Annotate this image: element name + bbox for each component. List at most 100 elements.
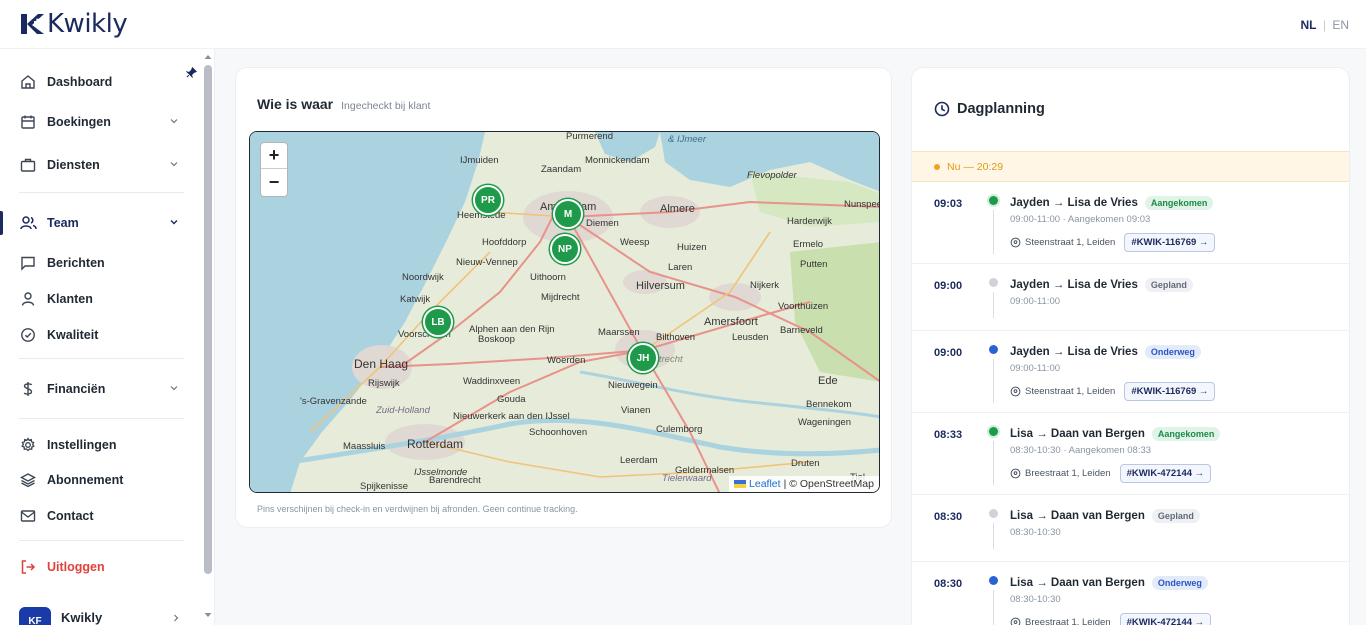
- map-pin[interactable]: PR: [473, 185, 503, 215]
- status-badge: Onderweg: [1144, 345, 1201, 359]
- map-label: Leusden: [732, 332, 768, 343]
- entry-time-range: 09:00-11:00: [1010, 363, 1061, 374]
- scrollbar-thumb[interactable]: [204, 65, 212, 574]
- scroll-down-icon[interactable]: [203, 610, 213, 620]
- location-pin-icon: [1010, 386, 1021, 397]
- map-label: Nunspeet: [844, 199, 880, 210]
- sidebar-item-instellingen[interactable]: Instellingen: [0, 430, 200, 460]
- entry-people: Lisa → Daan van Bergen: [1010, 510, 1145, 522]
- map-label: Ede: [818, 375, 838, 387]
- sidebar-item-label: Klanten: [47, 292, 93, 306]
- sidebar-item-berichten[interactable]: Berichten: [0, 248, 200, 278]
- map-label: Waddinxveen: [463, 376, 520, 387]
- status-badge: Onderweg: [1151, 576, 1208, 590]
- booking-link[interactable]: #KWIK-116769 →: [1124, 233, 1216, 252]
- map-label: IJmuiden: [460, 155, 499, 166]
- entry-address: Breestraat 1, Leiden: [1025, 617, 1111, 625]
- top-bar: Kwikly NL | EN: [0, 0, 1366, 49]
- leaflet-link[interactable]: Leaflet: [749, 478, 781, 490]
- sidebar-item-klanten[interactable]: Klanten: [0, 284, 200, 314]
- planning-entry[interactable]: 08:33 Lisa → Daan van Bergen Aangekomen …: [912, 413, 1349, 495]
- sidebar-item-kwaliteit[interactable]: Kwaliteit: [0, 320, 200, 350]
- map-pin[interactable]: NP: [550, 234, 580, 264]
- planning-entry[interactable]: 09:00 Jayden → Lisa de Vries Gepland 09:…: [912, 264, 1349, 331]
- sidebar-item-label: Contact: [47, 509, 94, 523]
- chevron-down-icon: [170, 119, 178, 124]
- entry-time-range: 08:30-10:30 · Aangekomen 08:33: [1010, 445, 1152, 456]
- map-card-subtitle: Ingecheckt bij klant: [341, 100, 431, 112]
- planning-entry[interactable]: 09:00 Jayden → Lisa de Vries Onderweg 09…: [912, 331, 1349, 413]
- sidebar-item-boekingen[interactable]: Boekingen: [0, 107, 200, 137]
- location-pin-icon: [1010, 617, 1021, 625]
- sidebar-item-label: Dashboard: [47, 75, 113, 89]
- map-label: Mijdrecht: [541, 292, 580, 303]
- planning-entry[interactable]: 08:30 Lisa → Daan van Bergen Gepland 08:…: [912, 495, 1349, 562]
- sidebar: Dashboard Boekingen Diensten Team Berich…: [0, 49, 215, 625]
- lang-en[interactable]: EN: [1332, 18, 1349, 32]
- map-label: Monnickendam: [585, 155, 650, 166]
- entry-title: Lisa → Daan van Bergen Aangekomen: [1010, 427, 1221, 441]
- sidebar-item-contact[interactable]: Contact: [0, 501, 200, 531]
- now-label: Nu — 20:29: [947, 160, 1004, 173]
- status-dot-icon: [989, 278, 998, 287]
- clock-icon: [934, 101, 950, 117]
- sidebar-item-financien[interactable]: Financiën: [0, 374, 200, 404]
- status-dot-icon: [989, 427, 998, 436]
- scroll-up-icon[interactable]: [203, 52, 213, 62]
- lang-nl[interactable]: NL: [1301, 18, 1317, 32]
- map-label: 's-Gravenzande: [300, 396, 367, 407]
- divider: [19, 418, 184, 419]
- map-label: Diemen: [586, 218, 619, 229]
- zoom-out-button[interactable]: −: [261, 169, 287, 195]
- attribution-text: | © OpenStreetMap: [783, 478, 874, 490]
- booking-link[interactable]: #KWIK-472144 →: [1119, 613, 1212, 625]
- sidebar-item-uitloggen[interactable]: Uitloggen: [0, 552, 200, 582]
- map-label: Den Haag: [354, 357, 408, 371]
- planning-entry[interactable]: 08:30 Lisa → Daan van Bergen Onderweg 08…: [912, 562, 1349, 625]
- entry-time-range: 08:30-10:30: [1010, 527, 1061, 538]
- entry-address: Breestraat 1, Leiden: [1025, 468, 1111, 479]
- map-label: Tielerwaard: [662, 473, 712, 484]
- sidebar-item-label: Uitloggen: [47, 560, 105, 574]
- entry-time: 09:00: [934, 280, 963, 292]
- booking-link[interactable]: #KWIK-472144 →: [1119, 464, 1212, 483]
- timeline-line: [993, 441, 994, 485]
- status-badge: Aangekomen: [1151, 427, 1221, 441]
- chevron-right-icon: [174, 614, 179, 622]
- map-label: Boskoop: [478, 334, 515, 345]
- sidebar-item-abonnement[interactable]: Abonnement: [0, 465, 200, 495]
- map-label: Vianen: [621, 405, 650, 416]
- lang-separator: |: [1322, 18, 1326, 32]
- avatar: KF: [19, 607, 51, 625]
- sidebar-item-diensten[interactable]: Diensten: [0, 150, 200, 180]
- sidebar-scrollbar[interactable]: [203, 49, 213, 625]
- map-label: Purmerend: [566, 132, 613, 142]
- map-label: Noordwijk: [402, 272, 444, 283]
- sidebar-item-dashboard[interactable]: Dashboard: [0, 67, 200, 97]
- status-badge: Aangekomen: [1144, 196, 1214, 210]
- map-pin[interactable]: M: [553, 199, 583, 229]
- map-label: Druten: [791, 458, 820, 469]
- map-pin[interactable]: JH: [628, 343, 658, 373]
- zoom-in-button[interactable]: +: [261, 143, 287, 169]
- entry-people: Lisa → Daan van Bergen: [1010, 428, 1145, 440]
- planning-entry[interactable]: 09:03 Jayden → Lisa de Vries Aangekomen …: [912, 182, 1349, 264]
- map[interactable]: Purmerend & IJmeer IJmuiden Zaandam Monn…: [249, 131, 880, 493]
- entry-address-row: Breestraat 1, Leiden #KWIK-472144 →: [1010, 613, 1212, 625]
- calendar-icon: [19, 113, 37, 131]
- booking-link[interactable]: #KWIK-116769 →: [1124, 382, 1216, 401]
- map-label: Barendrecht: [429, 475, 481, 486]
- entry-title: Lisa → Daan van Bergen Gepland: [1010, 509, 1200, 523]
- entry-people: Jayden → Lisa de Vries: [1010, 346, 1138, 358]
- map-pin[interactable]: LB: [423, 307, 453, 337]
- sidebar-item-team[interactable]: Team: [0, 208, 200, 238]
- entry-title: Lisa → Daan van Bergen Onderweg: [1010, 576, 1208, 590]
- entry-address: Steenstraat 1, Leiden: [1025, 386, 1116, 397]
- account-switcher[interactable]: KF Kwikly: [19, 605, 189, 625]
- entry-people: Jayden → Lisa de Vries: [1010, 279, 1138, 291]
- flag-icon: [734, 480, 747, 488]
- map-label: Hoofddorp: [482, 237, 526, 248]
- logo[interactable]: Kwikly: [19, 9, 128, 39]
- status-dot-icon: [989, 345, 998, 354]
- entry-time: 09:00: [934, 347, 963, 359]
